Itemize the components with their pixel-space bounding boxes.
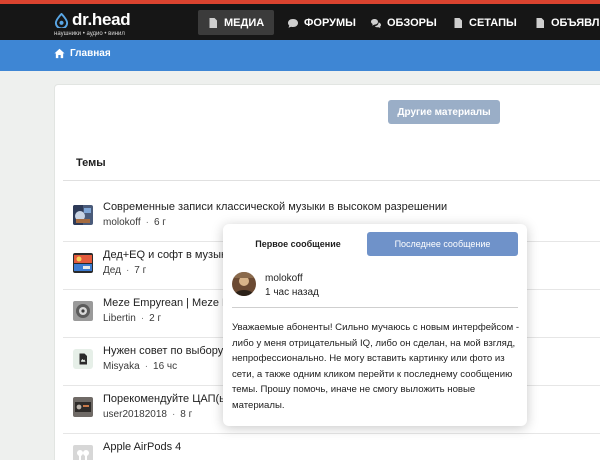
nav-item-media[interactable]: Медиа — [198, 10, 275, 35]
topic-avatar — [73, 205, 93, 225]
earbuds-avatar-icon — [73, 445, 93, 460]
popup-divider — [232, 307, 518, 308]
topic-meta: Дед · 7 г — [103, 265, 146, 276]
popup-user-avatar[interactable] — [232, 272, 256, 296]
user-avatar-icon — [232, 272, 256, 296]
topic-age: 7 г — [134, 265, 147, 276]
breadcrumb-home[interactable]: Главная — [54, 48, 111, 59]
section-divider — [63, 180, 600, 181]
meta-separator: · — [140, 313, 145, 324]
nav-item-label: Сетапы — [469, 16, 517, 29]
headphones-avatar-icon — [73, 301, 93, 321]
topic-meta: Misyaka · 16 чс — [103, 361, 177, 372]
section-title: Темы — [76, 157, 106, 169]
topic-meta: molokoff · 6 г — [103, 217, 166, 228]
nav-item-ads[interactable]: Объявлени — [525, 10, 600, 35]
logo-drop-icon — [54, 13, 69, 28]
nav-item-forums[interactable]: Форумы — [278, 10, 366, 35]
meta-separator: · — [145, 217, 149, 228]
topic-avatar — [73, 445, 93, 460]
popup-author[interactable]: molokoff — [265, 273, 303, 284]
nav-item-reviews[interactable]: Обзоры — [361, 10, 447, 35]
document-icon — [454, 17, 462, 28]
nav-item-label: Форумы — [304, 16, 356, 29]
dac-avatar-icon — [73, 397, 93, 417]
tab-first-message[interactable]: Первое сообщение — [231, 232, 365, 256]
topic-age: 16 чс — [153, 361, 178, 372]
meta-separator: · — [144, 361, 149, 372]
topic-author[interactable]: Misyaka — [103, 361, 140, 372]
equalizer-avatar-icon — [73, 253, 93, 273]
topic-title[interactable]: Apple AirPods 4 — [103, 441, 181, 453]
logo-tagline: наушники • аудио • винил — [54, 31, 125, 37]
meta-separator: · — [171, 409, 176, 420]
tab-last-message[interactable]: Последнее сообщение — [367, 232, 518, 256]
breadcrumb-bar: Главная — [0, 40, 600, 71]
nav-item-label: Медиа — [224, 16, 265, 29]
topic-avatar — [73, 253, 93, 273]
file-avatar-icon — [73, 349, 93, 369]
nav-item-label: Объявлени — [551, 16, 600, 29]
topic-age: 8 г — [180, 409, 193, 420]
chat-bubbles-icon — [371, 18, 381, 28]
popup-message-text: Уважаемые абоненты! Сильно мучаюсь с нов… — [232, 322, 520, 411]
document-icon — [209, 17, 217, 28]
nav-item-label: Обзоры — [387, 16, 437, 29]
topic-avatar — [73, 349, 93, 369]
topic-author[interactable]: user20182018 — [103, 409, 167, 420]
topic-author[interactable]: Дед — [103, 265, 121, 276]
meta-separator: · — [125, 265, 130, 276]
logo-text: dr.head — [72, 10, 131, 29]
topic-meta: user20182018 · 8 г — [103, 409, 192, 420]
topic-preview-popup: Первое сообщение Последнее сообщение mol… — [223, 224, 527, 426]
site-logo[interactable]: dr.head наушники • аудио • винил — [54, 10, 144, 38]
topic-author[interactable]: Libertin — [103, 313, 136, 324]
home-icon — [54, 48, 65, 59]
nav-item-setups[interactable]: Сетапы — [443, 10, 527, 35]
document-icon — [536, 17, 544, 28]
topic-avatar — [73, 397, 93, 417]
topic-age: 6 г — [153, 217, 166, 228]
other-materials-button[interactable]: Другие материалы — [388, 100, 500, 124]
topic-age: 2 г — [149, 313, 162, 324]
topic-title[interactable]: Современные записи классической музыки в… — [103, 201, 447, 213]
main-navigation-bar: dr.head наушники • аудио • винил Медиа Ф… — [0, 4, 600, 40]
popup-timestamp: 1 час назад — [265, 287, 319, 298]
chat-bubble-icon — [288, 18, 298, 28]
breadcrumb-home-label: Главная — [70, 48, 111, 59]
vinyl-avatar-icon — [73, 205, 93, 225]
topic-meta: Libertin · 2 г — [103, 313, 161, 324]
topic-author[interactable]: molokoff — [103, 217, 141, 228]
topic-title[interactable]: Дед+EQ и софт в музыке... — [103, 249, 241, 261]
topic-row[interactable]: Apple AirPods 4 — [63, 437, 600, 460]
topic-avatar — [73, 301, 93, 321]
row-divider — [63, 433, 600, 434]
